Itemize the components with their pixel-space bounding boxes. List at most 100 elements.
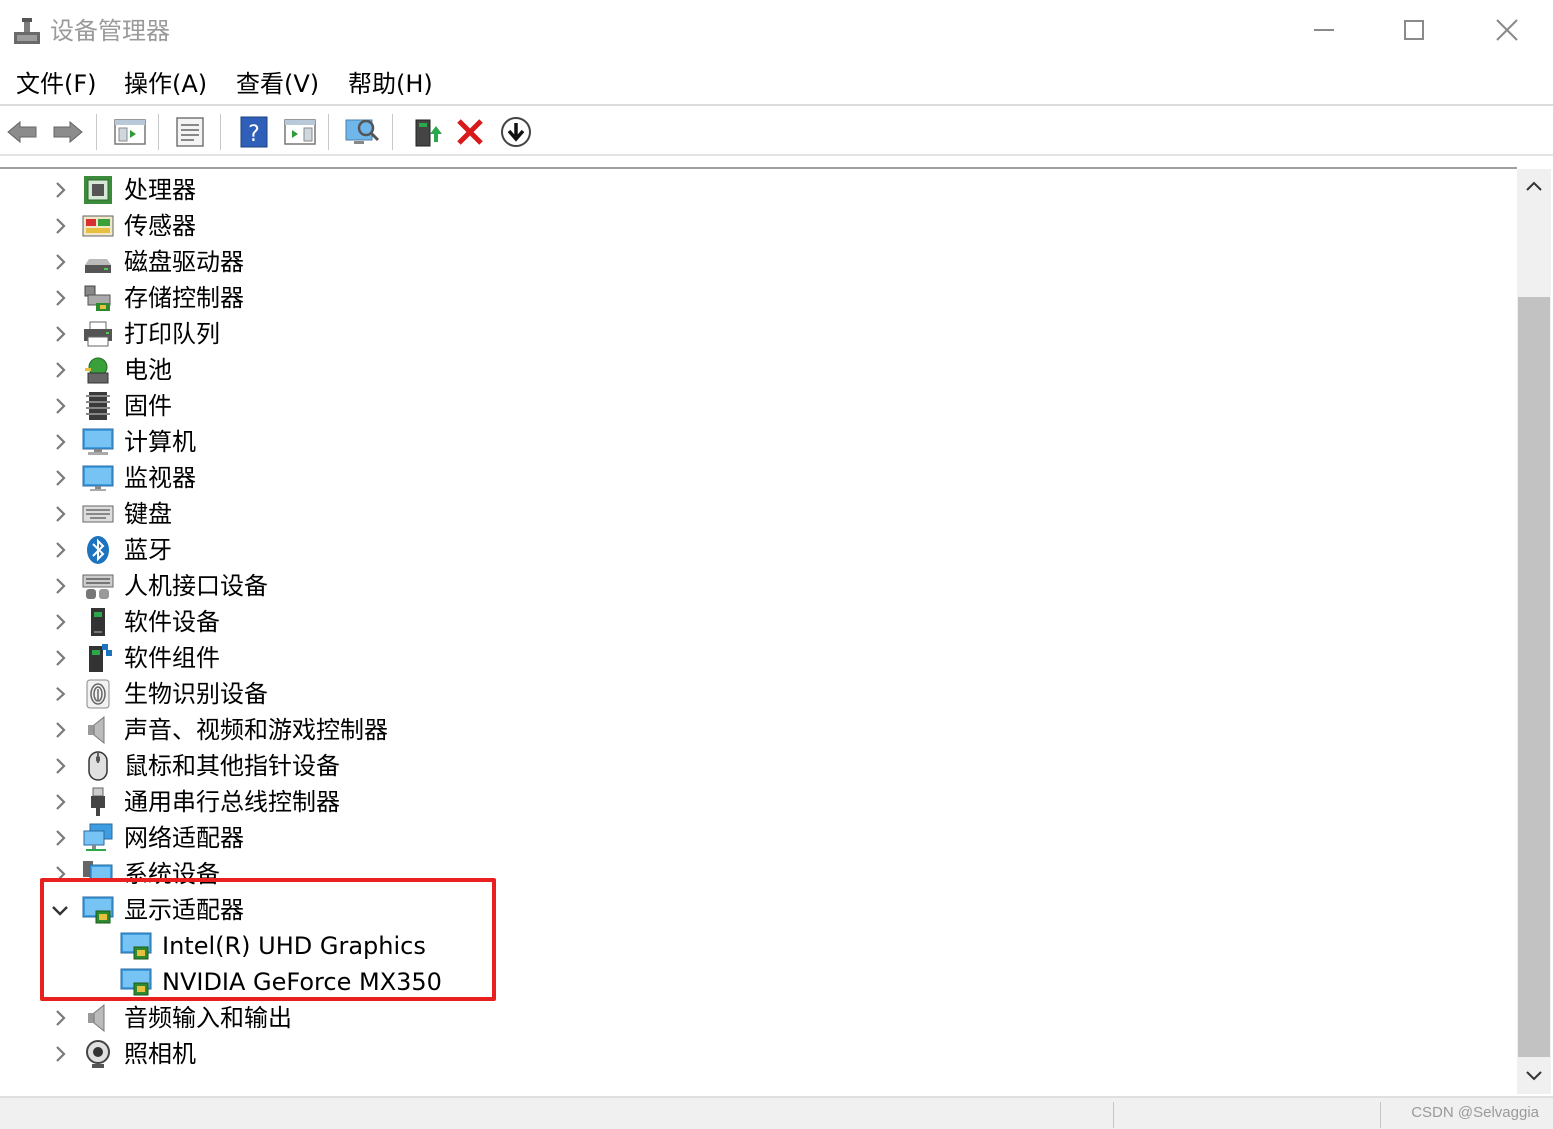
show-hide-console-tree-icon[interactable]	[112, 114, 148, 150]
tree-item-firmware[interactable]: 固件	[0, 388, 1500, 424]
minimize-button[interactable]	[1302, 10, 1346, 50]
chevron-right-icon[interactable]	[50, 828, 70, 848]
tree-item-network-adapter[interactable]: 网络适配器	[0, 820, 1500, 856]
tree-item-camera[interactable]: 照相机	[0, 1036, 1500, 1072]
forward-icon[interactable]	[50, 114, 86, 150]
status-bar: CSDN @Selvaggia	[0, 1096, 1553, 1129]
camera-icon	[86, 1040, 110, 1068]
chevron-down-icon[interactable]	[50, 900, 70, 920]
usb-icon	[91, 787, 105, 816]
menu-action[interactable]: 操作(A)	[124, 68, 207, 100]
menu-view[interactable]: 查看(V)	[236, 68, 319, 100]
scroll-down-arrow-icon[interactable]	[1517, 1058, 1551, 1094]
toolbar-separator	[328, 114, 329, 150]
scroll-up-arrow-icon[interactable]	[1517, 169, 1551, 205]
chevron-right-icon[interactable]	[50, 756, 70, 776]
chevron-right-icon[interactable]	[50, 432, 70, 452]
menu-bar: 文件(F) 操作(A) 查看(V) 帮助(H)	[0, 62, 1553, 106]
tree-item-processor[interactable]: 处理器	[0, 172, 1500, 208]
system-device-icon	[83, 861, 113, 882]
hid-icon	[82, 574, 114, 599]
tree-item-label: 传感器	[124, 212, 196, 240]
menu-file[interactable]: 文件(F)	[16, 68, 97, 100]
device-manager-app-icon	[14, 18, 40, 44]
chevron-right-icon[interactable]	[50, 504, 70, 524]
tree-item-label: 网络适配器	[124, 824, 244, 852]
vertical-scrollbar[interactable]	[1517, 169, 1551, 1094]
menu-help[interactable]: 帮助(H)	[348, 68, 433, 100]
tree-item-hid[interactable]: 人机接口设备	[0, 568, 1500, 604]
scan-hardware-icon[interactable]	[344, 114, 380, 150]
processor-icon	[84, 176, 112, 204]
chevron-right-icon[interactable]	[50, 252, 70, 272]
chevron-right-icon[interactable]	[50, 540, 70, 560]
properties-icon[interactable]	[172, 114, 208, 150]
tree-item-keyboard[interactable]: 键盘	[0, 496, 1500, 532]
tree-item-mouse[interactable]: 鼠标和其他指针设备	[0, 748, 1500, 784]
close-button[interactable]	[1485, 10, 1529, 50]
tree-item-label: 打印队列	[124, 320, 220, 348]
tree-item-battery[interactable]: 电池	[0, 352, 1500, 388]
tree-item-biometric[interactable]: 生物识别设备	[0, 676, 1500, 712]
tree-child-nvidia-mx350[interactable]: NVIDIA GeForce MX350	[0, 964, 1500, 1000]
tree-item-usb[interactable]: 通用串行总线控制器	[0, 784, 1500, 820]
tree-item-label: 鼠标和其他指针设备	[124, 752, 340, 780]
chevron-right-icon[interactable]	[50, 324, 70, 344]
chevron-right-icon[interactable]	[50, 720, 70, 740]
chevron-right-icon[interactable]	[50, 792, 70, 812]
action-pane-icon[interactable]	[282, 114, 318, 150]
title-bar: 设备管理器	[0, 0, 1553, 60]
help-icon[interactable]: ?	[236, 114, 272, 150]
printer-icon	[84, 321, 112, 347]
uninstall-device-icon[interactable]	[452, 114, 488, 150]
keyboard-icon	[82, 505, 114, 523]
chevron-right-icon[interactable]	[50, 864, 70, 884]
back-icon[interactable]	[4, 114, 40, 150]
audio-io-icon	[88, 1003, 105, 1033]
tree-item-label: 磁盘驱动器	[124, 248, 244, 276]
chevron-right-icon[interactable]	[50, 1044, 70, 1064]
tree-item-storage-controller[interactable]: 存储控制器	[0, 280, 1500, 316]
tree-item-label: 生物识别设备	[124, 680, 268, 708]
tree-item-sensor[interactable]: 传感器	[0, 208, 1500, 244]
update-driver-icon[interactable]	[408, 114, 444, 150]
tree-item-monitor[interactable]: 监视器	[0, 460, 1500, 496]
tree-item-label: Intel(R) UHD Graphics	[162, 932, 426, 960]
tree-item-print-queue[interactable]: 打印队列	[0, 316, 1500, 352]
tree-item-display-adapter[interactable]: 显示适配器	[0, 892, 1500, 928]
tree-item-audio-io[interactable]: 音频输入和输出	[0, 1000, 1500, 1036]
chevron-right-icon[interactable]	[50, 360, 70, 380]
software-device-icon	[91, 608, 105, 636]
tree-item-label: 计算机	[124, 428, 196, 456]
chevron-right-icon[interactable]	[50, 288, 70, 308]
download-driver-icon[interactable]	[498, 114, 534, 150]
chevron-right-icon[interactable]	[50, 468, 70, 488]
tree-item-system-device[interactable]: 系统设备	[0, 856, 1500, 892]
tree-item-software-device[interactable]: 软件设备	[0, 604, 1500, 640]
maximize-button[interactable]	[1392, 10, 1436, 50]
tree-item-software-component[interactable]: 软件组件	[0, 640, 1500, 676]
tree-item-computer[interactable]: 计算机	[0, 424, 1500, 460]
chevron-right-icon[interactable]	[50, 576, 70, 596]
chevron-right-icon[interactable]	[50, 1008, 70, 1028]
tree-item-bluetooth[interactable]: 蓝牙	[0, 532, 1500, 568]
chevron-right-icon[interactable]	[50, 180, 70, 200]
tree-item-label: 键盘	[124, 500, 172, 528]
chevron-right-icon[interactable]	[50, 648, 70, 668]
tree-item-label: 处理器	[124, 176, 196, 204]
monitor-icon	[82, 465, 114, 491]
toolbar-separator	[96, 114, 97, 150]
tree-item-label: 声音、视频和游戏控制器	[124, 716, 388, 744]
chevron-right-icon[interactable]	[50, 396, 70, 416]
sensor-icon	[82, 215, 114, 237]
chevron-right-icon[interactable]	[50, 612, 70, 632]
mouse-icon	[88, 751, 108, 781]
chevron-right-icon[interactable]	[50, 684, 70, 704]
sound-icon	[88, 715, 105, 745]
tree-child-intel-uhd[interactable]: Intel(R) UHD Graphics	[0, 928, 1500, 964]
computer-icon	[82, 428, 114, 455]
chevron-right-icon[interactable]	[50, 216, 70, 236]
tree-item-sound-video-game[interactable]: 声音、视频和游戏控制器	[0, 712, 1500, 748]
tree-item-disk-drive[interactable]: 磁盘驱动器	[0, 244, 1500, 280]
scrollbar-thumb[interactable]	[1518, 297, 1550, 1057]
